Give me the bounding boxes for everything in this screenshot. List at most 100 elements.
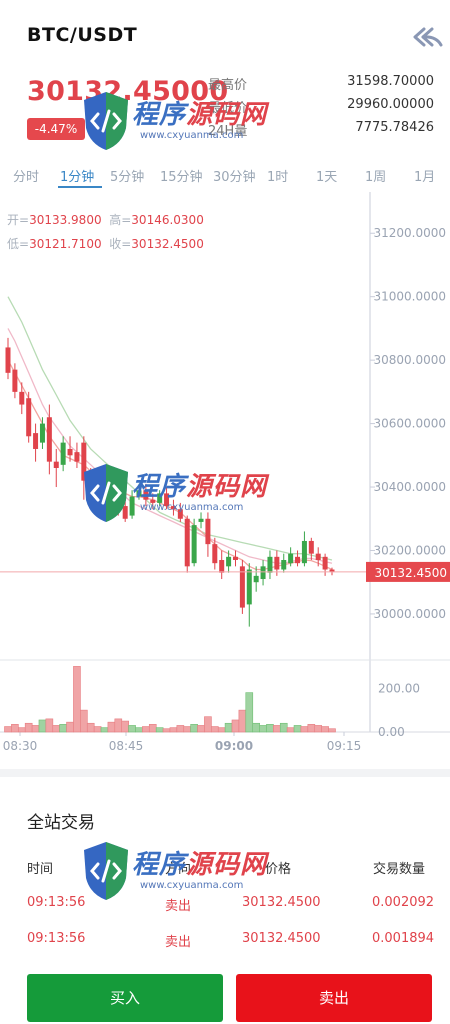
candle-body	[46, 417, 52, 462]
watermark-url: www.cxyuanma.com	[140, 502, 244, 513]
trade-time: 09:13:56	[27, 895, 86, 910]
volume-bar	[148, 724, 157, 733]
volume-bar	[238, 709, 247, 733]
watermark-text: 程序源码网	[132, 844, 267, 881]
volume-bar	[86, 722, 95, 733]
volume-bar	[224, 722, 233, 733]
volume-bar	[4, 726, 12, 733]
volume-bar	[217, 727, 226, 733]
candle-body	[12, 369, 18, 392]
x-tick-label: 08:45	[109, 739, 144, 753]
sell-button[interactable]: 卖出	[236, 974, 432, 1022]
watermark-logo-icon	[84, 92, 128, 150]
tab-1min[interactable]: 1分钟	[60, 166, 94, 185]
candle-body	[232, 556, 238, 560]
candle-body	[26, 398, 32, 437]
tab-15min[interactable]: 15分钟	[160, 166, 203, 185]
section-divider	[0, 769, 450, 777]
volume-bar	[245, 692, 254, 733]
volume-bar	[307, 724, 316, 733]
volume-bar	[11, 724, 19, 733]
ohlc-open-value: 30133.9800	[29, 213, 102, 227]
interval-tabs: 分时 1分钟 5分钟 15分钟 30分钟 1时 1天 1周 1月	[0, 160, 450, 190]
watermark-logo-icon	[84, 842, 128, 900]
x-tick-label: 08:30	[3, 739, 38, 753]
volume-bar	[135, 727, 143, 733]
candle-body	[226, 556, 232, 567]
candle-body	[246, 569, 252, 605]
candle-body	[19, 391, 25, 405]
x-tick-label: 09:15	[327, 739, 362, 753]
watermark-text-a: 程序	[132, 472, 187, 502]
tab-1d[interactable]: 1天	[316, 166, 337, 185]
watermark: 程序源码网 www.cxyuanma.com	[80, 460, 280, 530]
volume-bar	[80, 709, 88, 733]
volume-bar	[107, 721, 116, 733]
volume-bar	[279, 722, 288, 733]
volume-bar	[121, 720, 129, 733]
candle-body	[212, 544, 218, 564]
ohlc-open-label: 开=	[7, 213, 30, 227]
trades-title: 全站交易	[27, 813, 95, 833]
col-amount: 交易数量	[373, 862, 426, 877]
volume-bar	[93, 726, 102, 733]
volume-bar	[293, 725, 302, 733]
stat-value: 31598.70000	[347, 74, 434, 89]
tab-5min[interactable]: 5分钟	[110, 166, 144, 185]
volume-tick-label: 200.00	[378, 681, 420, 695]
candle-body	[260, 566, 266, 580]
ohlc-low-label: 低=	[7, 237, 30, 251]
y-tick-label: 31200.0000	[373, 226, 446, 240]
watermark-text-b: 源码网	[186, 472, 268, 502]
candle-body	[67, 448, 73, 456]
volume-bar	[300, 726, 309, 733]
volume-bar	[176, 725, 185, 733]
stat-value: 7775.78426	[355, 120, 434, 135]
candle-body	[308, 540, 314, 554]
volume-bar	[266, 724, 274, 733]
volume-bar	[162, 728, 171, 733]
ohlc-close-value: 30132.4500	[131, 237, 204, 251]
watermark: 程序源码网 www.cxyuanma.com	[80, 838, 280, 908]
ohlc-high-value: 30146.0300	[131, 213, 204, 227]
watermark-text-a: 程序	[132, 850, 187, 880]
candle-body	[322, 556, 328, 570]
candle-body	[253, 575, 259, 583]
change-badge: -4.47%	[27, 118, 85, 140]
volume-bar	[52, 725, 61, 733]
ohlc-close-label: 收=	[109, 237, 132, 251]
tab-1w[interactable]: 1周	[365, 166, 386, 185]
back-icon[interactable]	[410, 26, 444, 48]
tab-fenshi[interactable]: 分时	[13, 166, 39, 185]
volume-bar	[169, 727, 178, 733]
tab-30min[interactable]: 30分钟	[213, 166, 256, 185]
volume-bar	[142, 726, 150, 733]
candle-body	[60, 442, 66, 465]
tab-1mo[interactable]: 1月	[414, 166, 435, 185]
volume-bar	[314, 725, 323, 733]
volume-bar	[100, 727, 109, 733]
candle-body	[295, 556, 301, 564]
volume-tick-label: 0.00	[378, 725, 405, 739]
volume-bar	[38, 719, 47, 733]
volume-bar	[73, 666, 81, 733]
stat-value: 29960.00000	[347, 97, 434, 112]
volume-bar	[197, 725, 205, 733]
trade-side: 卖出	[165, 935, 192, 950]
volume-bar	[17, 727, 26, 733]
pair-title: BTC/USDT	[27, 24, 138, 46]
volume-bar	[31, 725, 40, 733]
volume-bar	[155, 727, 164, 733]
volume-bar	[204, 716, 212, 733]
volume-bar	[59, 724, 67, 733]
volume-bar	[24, 722, 33, 733]
y-tick-label: 30800.0000	[373, 353, 446, 367]
y-tick-label: 30200.0000	[373, 543, 446, 557]
candle-body	[281, 560, 287, 570]
tab-1h[interactable]: 1时	[267, 166, 288, 185]
x-tick-label: 09:00	[215, 739, 253, 753]
y-tick-label: 30600.0000	[373, 417, 446, 431]
volume-bar	[114, 718, 123, 733]
buy-button[interactable]: 买入	[27, 974, 223, 1022]
watermark-text-b: 源码网	[186, 850, 268, 880]
